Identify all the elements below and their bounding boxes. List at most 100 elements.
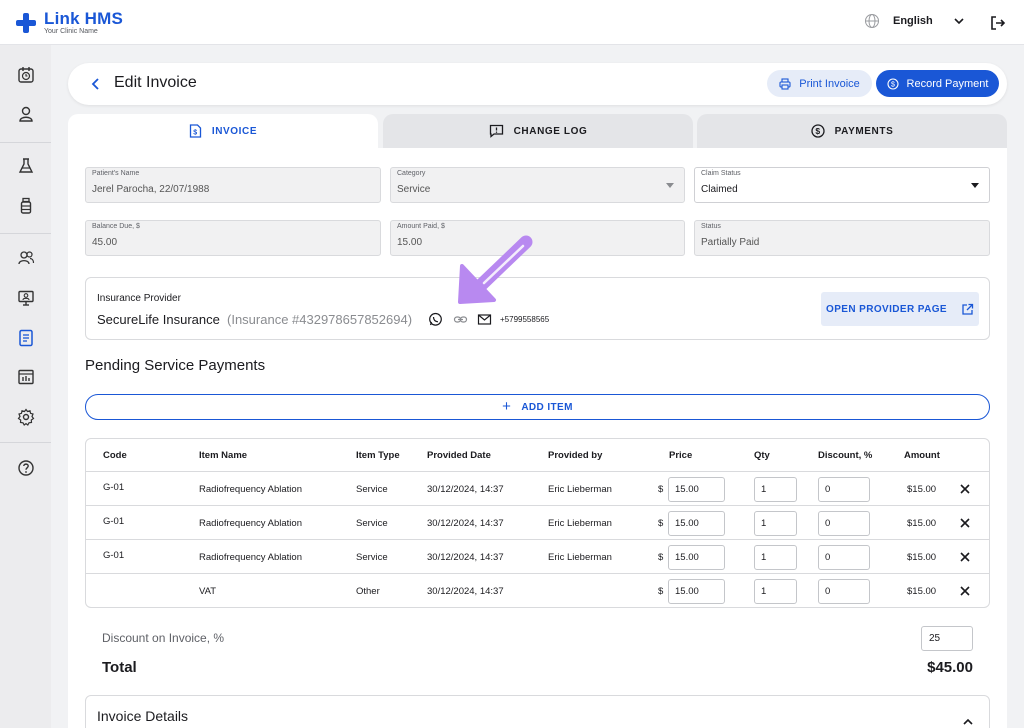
column-header: Amount	[904, 450, 940, 461]
report-icon[interactable]	[16, 367, 35, 386]
print-invoice-label: Print Invoice	[799, 77, 860, 90]
invoice-icon[interactable]	[16, 328, 35, 347]
chevron-down-icon	[954, 18, 964, 25]
invoice-details-panel[interactable]: Invoice Details	[85, 695, 990, 728]
category-select[interactable]: Category Service	[390, 167, 685, 203]
column-header: Qty	[754, 450, 770, 461]
qty-input[interactable]: 1	[754, 545, 797, 570]
qty-input[interactable]: 1	[754, 511, 797, 536]
tab-payments-label: PAYMENTS	[834, 125, 894, 137]
insurance-phone[interactable]: +5799558565	[500, 315, 549, 324]
provided-date: 30/12/2024, 14:37	[427, 552, 504, 563]
invoice-doc-icon: $	[189, 124, 201, 138]
discount-input[interactable]: 0	[818, 477, 870, 502]
tab-invoice[interactable]: $ INVOICE	[68, 114, 378, 148]
qty-input[interactable]: 1	[754, 477, 797, 502]
discount-input[interactable]: 0	[818, 579, 870, 604]
medical-cross-icon	[16, 13, 36, 33]
whatsapp-icon[interactable]	[428, 312, 443, 327]
currency-symbol: $	[658, 586, 664, 597]
open-provider-page-button[interactable]: OPEN PROVIDER PAGE	[821, 292, 979, 326]
table-row: VAT Other 30/12/2024, 14:37 $ 15.00 1 0 …	[86, 574, 989, 607]
comment-alert-icon	[489, 124, 503, 138]
tab-change-log-label: CHANGE LOG	[513, 125, 588, 137]
item-code: G-01	[103, 516, 125, 527]
invoice-details-title: Invoice Details	[97, 708, 189, 724]
app-logo[interactable]: Link HMS Your Clinic Name	[16, 10, 123, 36]
close-icon[interactable]	[959, 483, 971, 495]
amount-paid-value: 15.00	[397, 237, 423, 248]
top-bar: Link HMS Your Clinic Name English	[0, 0, 1024, 45]
column-header: Discount, %	[818, 450, 873, 461]
discount-input[interactable]: 0	[818, 511, 870, 536]
sidebar	[0, 45, 51, 728]
price-input[interactable]: 15.00	[668, 545, 725, 570]
print-invoice-button[interactable]: Print Invoice	[767, 70, 872, 97]
table-row: G-01 Radiofrequency Ablation Service 30/…	[86, 472, 989, 506]
patient-name-label: Patient's Name	[92, 170, 140, 177]
balance-due-label: Balance Due, $	[92, 223, 140, 230]
price-input[interactable]: 15.00	[668, 579, 725, 604]
price-input[interactable]: 15.00	[668, 511, 725, 536]
patient-name-value: Jerel Parocha, 22/07/1988	[92, 184, 210, 195]
price-input[interactable]: 15.00	[668, 477, 725, 502]
settings-icon[interactable]	[16, 407, 35, 426]
status-field[interactable]: Status Partially Paid	[694, 220, 990, 256]
invoice-discount-input[interactable]: 25	[921, 626, 973, 651]
item-amount: $15.00	[907, 484, 937, 495]
record-payment-label: Record Payment	[906, 77, 989, 90]
monitor-user-icon[interactable]	[16, 288, 35, 307]
tab-invoice-label: INVOICE	[211, 125, 258, 137]
insurance-provider-label: Insurance Provider	[97, 293, 181, 304]
tab-change-log[interactable]: CHANGE LOG	[383, 114, 693, 148]
medicine-bottle-icon[interactable]	[16, 196, 35, 215]
patient-name-field[interactable]: Patient's Name Jerel Parocha, 22/07/1988	[85, 167, 381, 203]
back-arrow-icon[interactable]	[88, 76, 104, 92]
globe-icon	[865, 14, 879, 28]
qty-input[interactable]: 1	[754, 579, 797, 604]
add-item-label: ADD ITEM	[521, 401, 573, 413]
language-selector[interactable]: English	[864, 13, 965, 29]
help-icon[interactable]	[16, 458, 35, 477]
currency-symbol: $	[658, 484, 664, 495]
add-item-button[interactable]: + ADD ITEM	[85, 394, 990, 420]
close-icon[interactable]	[959, 517, 971, 529]
total-label: Total	[102, 659, 137, 676]
balance-due-value: 45.00	[92, 237, 118, 248]
logout-icon[interactable]	[989, 14, 1007, 32]
plus-icon: +	[502, 397, 512, 415]
flask-icon[interactable]	[16, 156, 35, 175]
person-icon[interactable]	[16, 104, 35, 123]
item-code: G-01	[103, 482, 125, 493]
column-header: Item Name	[199, 450, 248, 461]
annotation-arrow-icon	[458, 235, 533, 304]
total-value: $45.00	[927, 659, 973, 676]
close-icon[interactable]	[959, 551, 971, 563]
provided-by: Eric Lieberman	[548, 552, 612, 563]
provided-date: 30/12/2024, 14:37	[427, 518, 504, 529]
app-title: Link HMS	[44, 9, 124, 28]
item-amount: $15.00	[907, 586, 937, 597]
column-header: Code	[103, 450, 127, 461]
mail-icon[interactable]	[477, 312, 492, 327]
chevron-up-icon[interactable]	[962, 716, 974, 728]
item-name: Radiofrequency Ablation	[199, 552, 302, 563]
balance-due-field[interactable]: Balance Due, $ 45.00	[85, 220, 381, 256]
svg-text:$: $	[891, 81, 895, 88]
page-header: Edit Invoice Print Invoice $ Record Paym…	[68, 63, 1007, 105]
dollar-circle-icon: $	[810, 124, 825, 138]
claim-status-select[interactable]: Claim Status Claimed	[694, 167, 990, 203]
item-name: VAT	[199, 586, 217, 597]
link-icon[interactable]	[453, 312, 468, 327]
close-icon[interactable]	[959, 585, 971, 597]
provided-by: Eric Lieberman	[548, 518, 612, 529]
status-label: Status	[701, 223, 721, 230]
item-amount: $15.00	[907, 518, 937, 529]
item-name: Radiofrequency Ablation	[199, 484, 302, 495]
item-code: G-01	[103, 550, 125, 561]
users-icon[interactable]	[16, 248, 35, 267]
record-payment-button[interactable]: $ Record Payment	[876, 70, 999, 97]
tab-payments[interactable]: $ PAYMENTS	[697, 114, 1007, 148]
calendar-clock-icon[interactable]	[16, 65, 35, 84]
discount-input[interactable]: 0	[818, 545, 870, 570]
